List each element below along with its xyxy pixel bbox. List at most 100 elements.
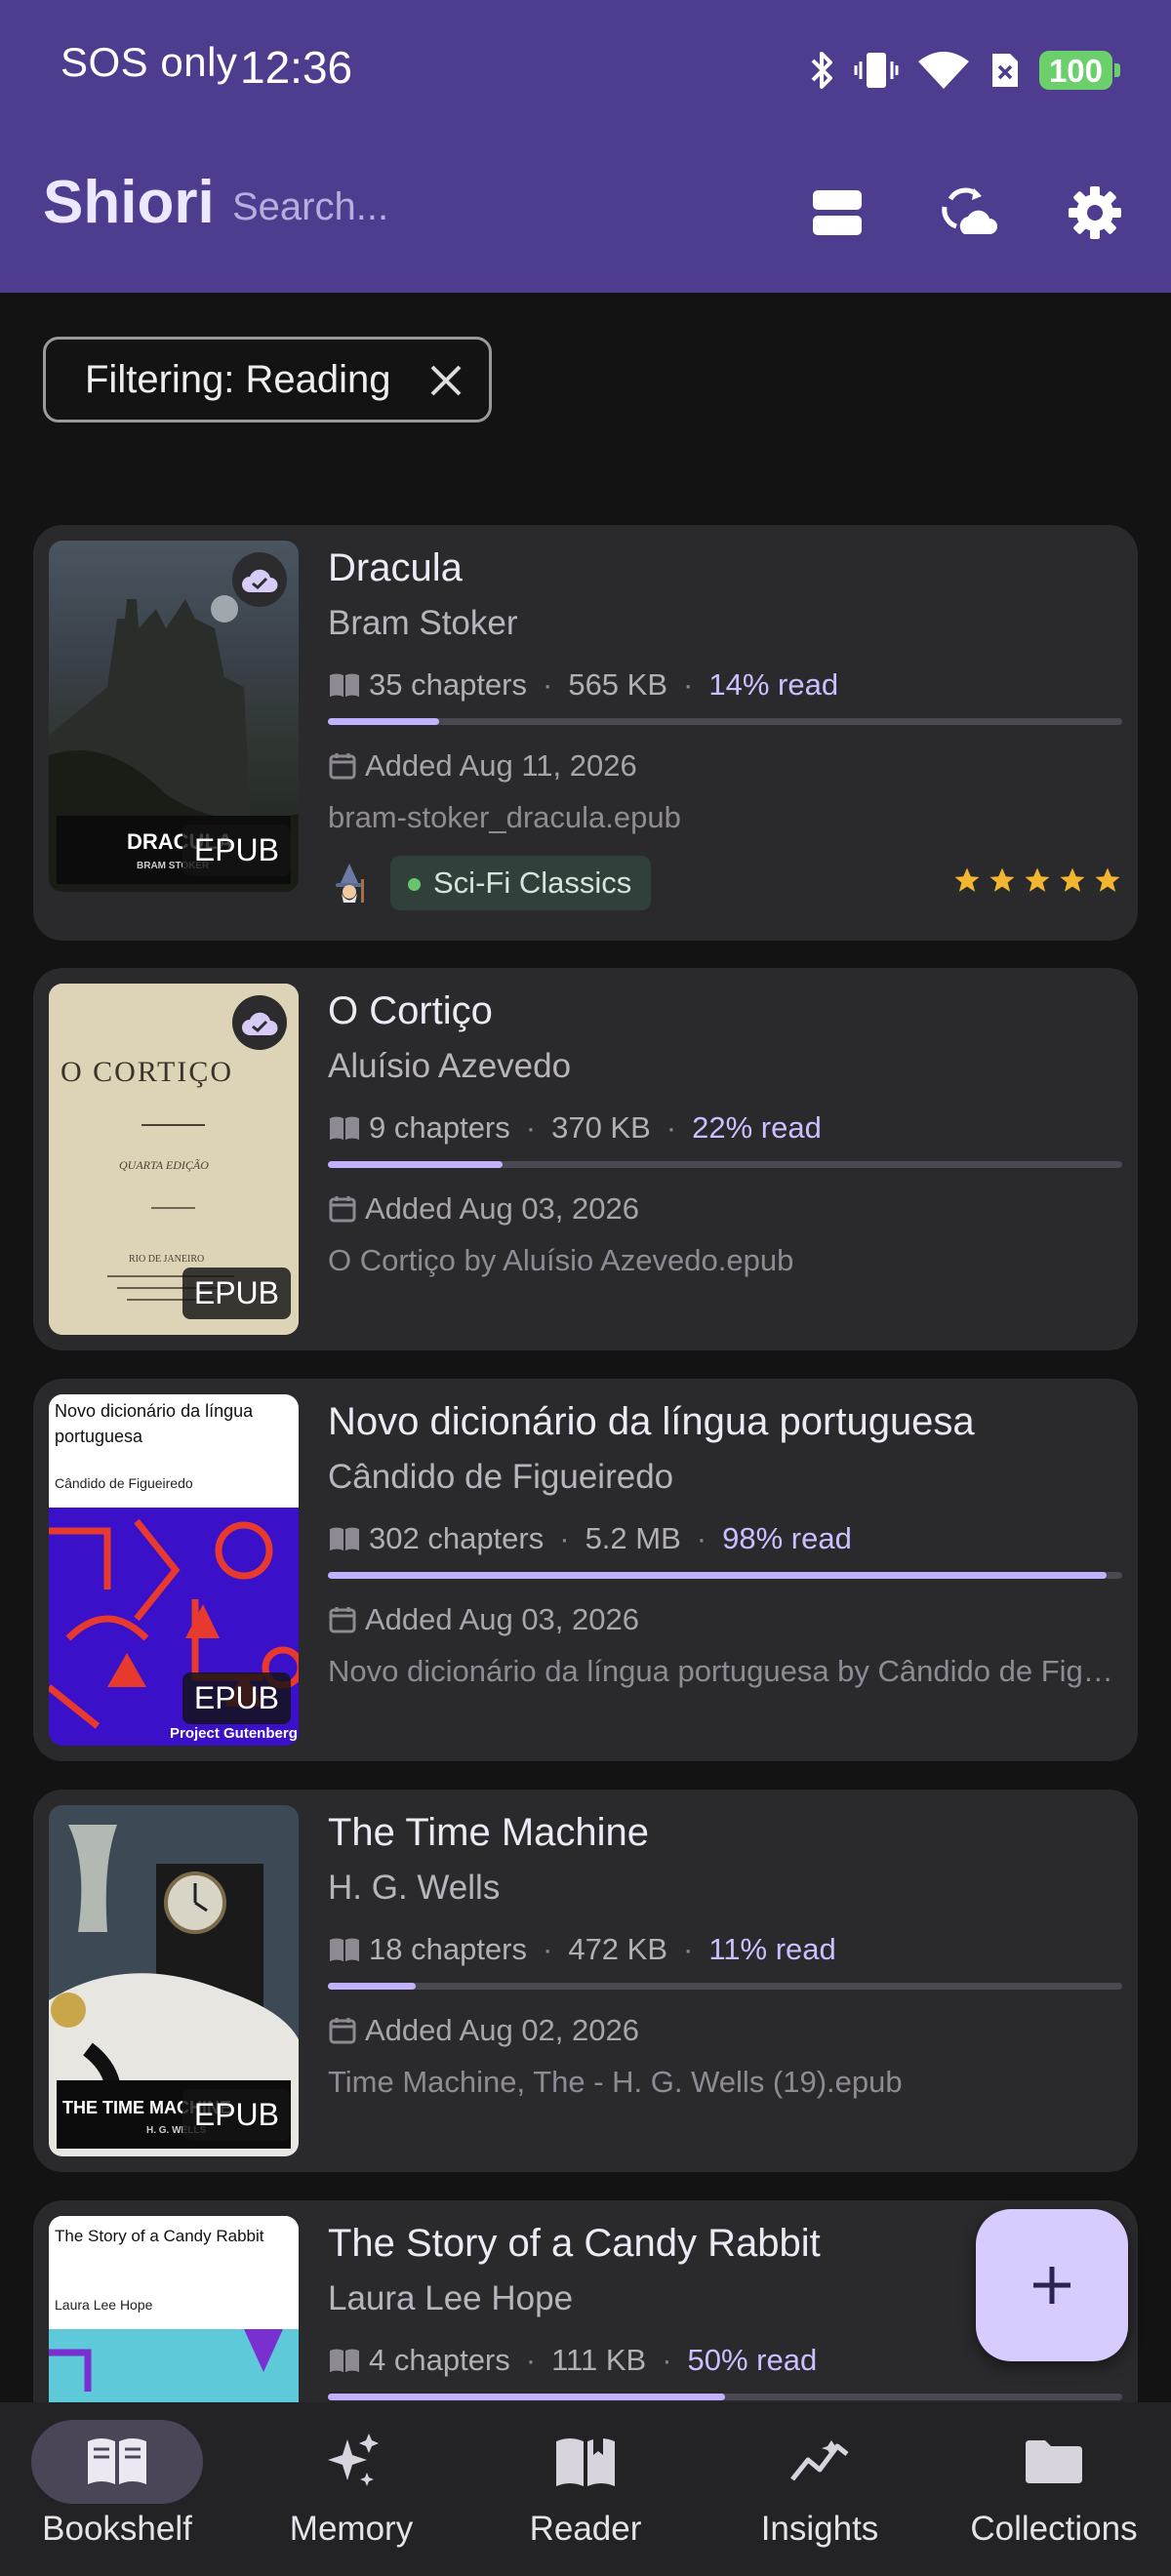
file-name: Time Machine, The - H. G. Wells (19).epu… <box>328 2065 903 2099</box>
book-icon <box>330 1116 359 1140</box>
book-open-icon <box>88 2438 146 2484</box>
book-info: The Time Machine H. G. Wells 18 chapters… <box>328 1805 1122 2105</box>
view-list-icon <box>813 190 862 235</box>
sparkles-icon <box>328 2434 379 2486</box>
settings-button[interactable] <box>1054 172 1136 254</box>
file-name: Novo dicionário da língua portuguesa by … <box>328 1654 1122 1688</box>
nav-item-collections[interactable]: Collections <box>937 2402 1171 2576</box>
filter-chip-label: Filtering: Reading <box>85 357 391 401</box>
reading-progress-fill <box>328 1161 504 1168</box>
read-percent: 11% read <box>708 1932 836 1966</box>
nav-item-memory[interactable]: Memory <box>234 2402 468 2576</box>
folder-icon <box>1026 2440 1082 2483</box>
gear-icon <box>1069 186 1121 239</box>
app-root: SOS only 12:36 100 Shiori Search... Filt… <box>0 0 1171 2576</box>
synced-badge <box>232 995 287 1050</box>
cloud-check-icon <box>242 1012 278 1035</box>
status-bar: SOS only 12:36 100 <box>0 0 1171 137</box>
book-icon <box>330 2349 359 2372</box>
close-icon[interactable] <box>424 359 467 402</box>
nav-item-reader[interactable]: Reader <box>468 2402 703 2576</box>
top-app-area: SOS only 12:36 100 Shiori <box>0 0 1171 293</box>
star-icon <box>1025 867 1050 892</box>
book-cover: O CORTIÇO QUARTA EDIÇÃO RIO DE JANEIRO E… <box>49 984 299 1335</box>
wifi-icon <box>917 52 969 89</box>
reading-progress-fill <box>328 2394 725 2400</box>
book-card[interactable]: O CORTIÇO QUARTA EDIÇÃO RIO DE JANEIRO E… <box>33 968 1138 1350</box>
collection-tag[interactable]: Sci-Fi Classics <box>390 856 652 910</box>
file-name: O Cortiço by Aluísio Azevedo.epub <box>328 1243 794 1277</box>
book-info: Dracula Bram Stoker 35 chapters · 565 KB… <box>328 541 1122 912</box>
nav-label: Bookshelf <box>42 2510 192 2548</box>
book-meta: 35 chapters · 565 KB · 14% read <box>328 658 1122 712</box>
file-size: 5.2 MB <box>585 1521 681 1555</box>
reading-progress-fill <box>328 1572 1107 1579</box>
book-meta: 302 chapters · 5.2 MB · 98% read <box>328 1511 1122 1566</box>
book-card[interactable]: Novo dicionário da língua portuguesa Cân… <box>33 1379 1138 1761</box>
book-cover: Novo dicionário da língua portuguesa Cân… <box>49 1394 299 1746</box>
cover-place-text: RIO DE JANEIRO <box>129 1254 204 1265</box>
reading-progress-bar <box>328 1983 1122 1990</box>
added-date-row: Added Aug 03, 2026 <box>328 1598 1122 1641</box>
star-icon <box>954 867 980 892</box>
calendar-icon <box>329 2018 356 2044</box>
added-date: Added Aug 11, 2026 <box>365 748 637 783</box>
tag-row: Sci-Fi Classics <box>328 854 1122 912</box>
nav-item-bookshelf[interactable]: Bookshelf <box>0 2402 234 2576</box>
format-badge: EPUB <box>182 1268 291 1319</box>
synced-badge <box>232 552 287 607</box>
cover-edition-text: QUARTA EDIÇÃO <box>119 1158 209 1172</box>
file-size: 565 KB <box>568 667 668 702</box>
reading-progress-bar <box>328 718 1122 725</box>
added-date: Added Aug 03, 2026 <box>365 1602 639 1636</box>
book-card[interactable]: DRACULA BRAM STOKER EPUB Dracula Bram St… <box>33 525 1138 941</box>
file-size: 111 KB <box>551 2343 647 2377</box>
search-input[interactable] <box>232 185 740 229</box>
chart-line-icon <box>790 2440 849 2481</box>
added-date-row: Added Aug 03, 2026 <box>328 1187 1122 1230</box>
book-icon <box>330 673 359 697</box>
no-sim-icon <box>991 54 1018 87</box>
read-percent: 98% read <box>722 1521 852 1555</box>
sync-button[interactable] <box>929 172 1011 254</box>
nav-item-insights[interactable]: Insights <box>703 2402 937 2576</box>
star-rating <box>952 865 1122 895</box>
chapter-count: 35 chapters <box>369 667 527 702</box>
carrier-text: SOS only <box>61 39 238 85</box>
chapter-count: 302 chapters <box>369 1521 545 1555</box>
calendar-icon <box>329 753 356 780</box>
calendar-icon <box>329 1607 356 1633</box>
book-icon <box>330 1527 359 1550</box>
book-author: Aluísio Azevedo <box>328 1047 572 1085</box>
cover-author-text: Laura Lee Hope <box>55 2297 153 2313</box>
cloud-check-icon <box>242 569 278 592</box>
view-toggle-button[interactable] <box>796 172 878 254</box>
added-date-row: Added Aug 02, 2026 <box>328 2009 1122 2052</box>
book-author: Bram Stoker <box>328 604 518 642</box>
read-percent: 50% read <box>687 2343 818 2377</box>
vibrate-icon <box>854 53 899 88</box>
filter-chip[interactable]: Filtering: Reading <box>43 337 492 423</box>
chapter-count: 9 chapters <box>369 1110 510 1145</box>
book-card[interactable]: THE TIME MACHINE H. G. WELLS EPUB The Ti… <box>33 1790 1138 2172</box>
book-info: Novo dicionário da língua portuguesa Cân… <box>328 1394 1122 1694</box>
app-bar: Shiori <box>0 156 1171 273</box>
nav-label: Memory <box>289 2510 414 2548</box>
book-title: The Time Machine <box>328 1811 650 1854</box>
cover-title-text: O CORTIÇO <box>61 1056 233 1088</box>
cover-publisher-text: Project Gutenberg <box>170 1725 298 1742</box>
book-title: O Cortiço <box>328 989 493 1032</box>
reader-book-icon <box>556 2435 615 2486</box>
cover-author-text: Cândido de Figueiredo <box>55 1475 193 1491</box>
read-percent: 14% read <box>708 667 839 702</box>
wizard-icon <box>336 864 364 903</box>
reading-progress-fill <box>328 718 439 725</box>
add-book-button[interactable] <box>976 2209 1128 2361</box>
read-percent: 22% read <box>692 1110 822 1145</box>
reading-progress-bar <box>328 1161 1122 1168</box>
book-info: O Cortiço Aluísio Azevedo 9 chapters · 3… <box>328 984 1122 1283</box>
nav-label: Reader <box>529 2510 642 2548</box>
book-cover: DRACULA BRAM STOKER EPUB <box>49 541 299 892</box>
cloud-sync-icon <box>942 187 997 234</box>
clock: 12:36 <box>240 42 353 93</box>
